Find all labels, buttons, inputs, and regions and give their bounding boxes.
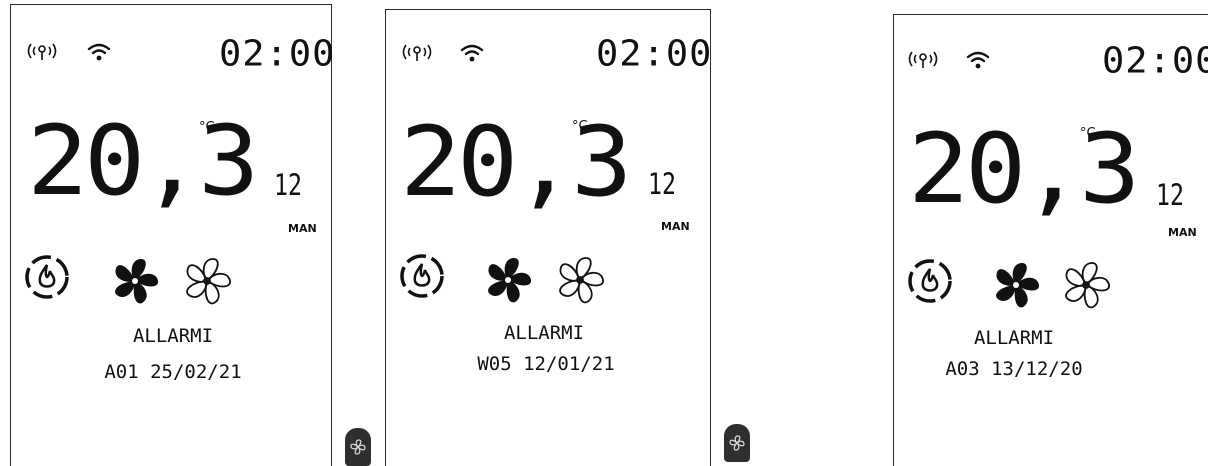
antenna-signal-icon: [402, 44, 432, 61]
setpoint-value: 12: [1156, 178, 1184, 212]
alarm-code-date: A03 13/12/20: [945, 358, 1083, 380]
setpoint-value: 12: [648, 167, 676, 201]
display-screen-1: 02:00 20,3 °C 12 MAN ALLARMI A01 25/02/2…: [10, 4, 336, 466]
fan-filled-icon: [488, 258, 532, 303]
flame-icon: [25, 255, 69, 299]
clock-display: 02:00: [1102, 40, 1208, 81]
next-screen-button[interactable]: [724, 424, 750, 462]
fan-nav-icon: [350, 439, 366, 455]
alarm-code-date: W05 12/01/21: [477, 353, 615, 375]
alarm-title: ALLARMI: [973, 327, 1055, 349]
temperature-unit: °C: [572, 119, 588, 134]
mode-label: MAN: [1168, 226, 1197, 239]
fan-outline-icon: [1065, 262, 1110, 309]
temperature-unit: °C: [199, 120, 215, 135]
next-screen-button[interactable]: [345, 428, 371, 466]
fan-filled-icon: [115, 259, 159, 304]
display-screen-2: 02:00 20,3 °C 12 MAN ALLARMI W05 12/01/2…: [385, 9, 711, 466]
clock-display: 02:00: [596, 33, 713, 74]
fan-nav-icon: [729, 435, 745, 451]
fan-outline-icon: [186, 258, 231, 305]
alarm-code-date: A01 25/02/21: [104, 361, 242, 383]
flame-icon: [400, 254, 444, 298]
display-screen-3: 02:00 20,3 °C 12 MAN ALLARMI A03 13/12/2…: [893, 14, 1208, 466]
flame-icon: [908, 259, 952, 303]
fan-outline-icon: [559, 257, 604, 304]
room-temperature: 20,3: [27, 105, 259, 217]
antenna-signal-icon: [27, 43, 57, 60]
room-temperature: 20,3: [908, 113, 1140, 225]
clock-display: 02:00: [219, 33, 336, 74]
temperature-unit: °C: [1080, 126, 1096, 141]
wifi-icon: [460, 44, 484, 62]
room-temperature: 20,3: [400, 106, 632, 218]
alarm-title: ALLARMI: [132, 325, 214, 347]
setpoint-value: 12: [274, 168, 302, 202]
antenna-signal-icon: [908, 51, 938, 68]
alarm-title: ALLARMI: [503, 322, 585, 344]
wifi-icon: [966, 51, 990, 69]
mode-label: MAN: [661, 220, 690, 233]
fan-filled-icon: [996, 263, 1040, 308]
mode-label: MAN: [288, 222, 317, 235]
wifi-icon: [87, 43, 111, 61]
